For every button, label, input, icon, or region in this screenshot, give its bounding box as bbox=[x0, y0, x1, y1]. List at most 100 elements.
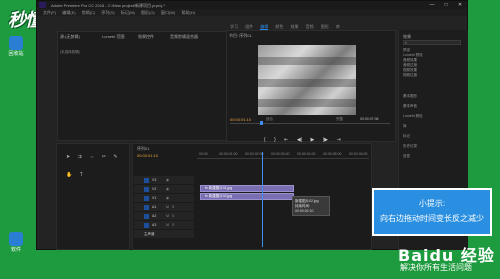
branding-slogan: 解决你所有生活问题 bbox=[400, 263, 472, 272]
track-header-v1[interactable]: V1 ◉ bbox=[134, 194, 194, 203]
ruler-tick: 00:00:02:00 bbox=[245, 152, 264, 156]
track-label: 主声道 bbox=[144, 232, 155, 236]
timeline-ruler[interactable]: 00:00 00:00:01:00 00:00:02:00 00:00:03:0… bbox=[197, 151, 369, 159]
selection-tool-icon[interactable]: ➤ bbox=[66, 154, 70, 160]
solo-icon[interactable]: S bbox=[172, 223, 174, 227]
program-timecode[interactable]: 00:00:01:10 bbox=[230, 117, 251, 122]
section-lumetri-color[interactable]: Lumetri 颜色 bbox=[399, 114, 469, 124]
tab-lumetri-scopes[interactable]: Lumetri 范围 bbox=[102, 34, 124, 40]
section-essential-sound[interactable]: 基本声音 bbox=[399, 104, 469, 114]
ruler-tick: 00:00:04:00 bbox=[297, 152, 316, 156]
desktop-icon-app[interactable]: 软件 bbox=[4, 232, 28, 253]
timeline-clip[interactable]: fx 新建图片01.jpg bbox=[200, 185, 294, 192]
timeline-title[interactable]: 序列01 bbox=[137, 146, 149, 152]
track-header-a3[interactable]: A3 M S bbox=[134, 221, 194, 230]
hint-body: 向右边拖动时间变长反之减少 bbox=[380, 214, 484, 223]
workspace-graphics[interactable]: 图形 bbox=[321, 24, 329, 29]
program-quality-select[interactable]: 完整 bbox=[336, 117, 343, 122]
tools-panel: ➤ ⇉ ⇔ ✂ ✎ ✋ T bbox=[66, 145, 126, 178]
effects-list: 预设 Lumetri 预设 音频效果 音频过渡 视频效果 视频过渡 bbox=[399, 48, 469, 78]
razor-tool-icon[interactable]: ✂ bbox=[102, 154, 106, 160]
section-libraries[interactable]: 库 bbox=[399, 124, 469, 134]
ripple-edit-tool-icon[interactable]: ⇔ bbox=[89, 154, 94, 160]
program-title[interactable]: 节目: 序列01 bbox=[229, 33, 252, 39]
track-label: V3 bbox=[152, 178, 157, 182]
track-target-toggle[interactable] bbox=[144, 205, 149, 210]
solo-icon[interactable]: S bbox=[172, 205, 174, 209]
ruler-tick: 00:00 bbox=[199, 152, 208, 156]
source-empty-text: (未选择剪辑) bbox=[60, 50, 80, 54]
program-playhead[interactable] bbox=[260, 121, 263, 125]
menu-marker[interactable]: 标记(M) bbox=[121, 10, 135, 15]
workspace-learn[interactable]: 学习 bbox=[230, 24, 238, 29]
program-fit-select[interactable]: 适合 bbox=[266, 117, 273, 122]
hint-box: 小提示: 向右边拖动时间变长反之减少 bbox=[372, 188, 492, 236]
tab-effect-controls[interactable]: 效果控件 bbox=[138, 34, 154, 40]
track-header-a1[interactable]: A1 M S bbox=[134, 203, 194, 212]
eye-icon[interactable]: ◉ bbox=[166, 196, 169, 200]
menu-edit[interactable]: 编辑(E) bbox=[62, 10, 75, 15]
effect-folder[interactable]: 视频过渡 bbox=[399, 73, 469, 78]
menu-graphics[interactable]: 图形(G) bbox=[141, 10, 155, 15]
track-target-toggle[interactable] bbox=[144, 223, 149, 228]
premiere-app-icon bbox=[39, 2, 46, 8]
track-target-toggle[interactable] bbox=[144, 196, 149, 201]
menu-sequence[interactable]: 序列(S) bbox=[101, 10, 114, 15]
desktop-icon-recycle-bin[interactable]: 回收站 bbox=[4, 36, 28, 57]
workspace-assembly[interactable]: 组件 bbox=[245, 24, 253, 29]
menu-window[interactable]: 窗口(W) bbox=[161, 10, 175, 15]
program-scrub-bar[interactable] bbox=[230, 123, 390, 124]
workspace-libraries[interactable]: 库 bbox=[336, 24, 340, 29]
mute-icon[interactable]: M bbox=[166, 205, 169, 209]
track-header-master[interactable]: 主声道 bbox=[134, 230, 194, 239]
desktop-icon-label: 软件 bbox=[10, 247, 21, 253]
track-target-toggle[interactable] bbox=[144, 178, 149, 183]
timeline-clip[interactable]: fx 新建图片02.jpg bbox=[200, 193, 294, 200]
mute-icon[interactable]: M bbox=[166, 223, 169, 227]
minimize-button[interactable]: — bbox=[425, 2, 439, 8]
track-target-toggle[interactable] bbox=[144, 214, 149, 219]
section-info[interactable]: 信息 bbox=[399, 154, 469, 164]
tab-source[interactable]: 源:(无剪辑) bbox=[60, 34, 80, 40]
tooltip-duration: 持续时间: 00:00:02:10 bbox=[295, 204, 314, 213]
track-select-tool-icon[interactable]: ⇉ bbox=[78, 154, 82, 160]
workspace-color[interactable]: 颜色 bbox=[275, 24, 283, 29]
hand-tool-icon[interactable]: ✋ bbox=[66, 172, 72, 178]
track-header-v3[interactable]: V3 ◉ bbox=[134, 176, 194, 185]
desktop-icon-label: 回收站 bbox=[8, 51, 24, 57]
program-duration: 00:00:07:08 bbox=[360, 117, 379, 121]
menu-help[interactable]: 帮助(H) bbox=[181, 10, 195, 15]
menu-clip[interactable]: 剪辑(C) bbox=[82, 10, 96, 15]
track-label: A3 bbox=[152, 223, 157, 227]
section-markers[interactable]: 标记 bbox=[399, 134, 469, 144]
eye-icon[interactable]: ◉ bbox=[166, 187, 169, 191]
track-label: V2 bbox=[152, 187, 157, 191]
search-icon: ⌕ bbox=[405, 40, 408, 45]
maximize-button[interactable]: □ bbox=[439, 2, 453, 8]
panel-sections: 基本图形 基本声音 Lumetri 颜色 库 标记 历史记录 信息 bbox=[399, 94, 469, 164]
ruler-tick: 00:00:03:00 bbox=[271, 152, 290, 156]
ruler-tick: 00:00:01:00 bbox=[219, 152, 238, 156]
section-essential-graphics[interactable]: 基本图形 bbox=[399, 94, 469, 104]
recycle-bin-icon bbox=[9, 36, 23, 50]
section-history[interactable]: 历史记录 bbox=[399, 144, 469, 154]
pen-tool-icon[interactable]: ✎ bbox=[113, 154, 117, 160]
eye-icon[interactable]: ◉ bbox=[166, 178, 169, 182]
workspace-effects[interactable]: 效果 bbox=[291, 24, 299, 29]
workspace-audio[interactable]: 音频 bbox=[306, 24, 314, 29]
type-tool-icon[interactable]: T bbox=[80, 172, 83, 178]
track-header-a2[interactable]: A2 M S bbox=[134, 212, 194, 221]
menu-file[interactable]: 文件(F) bbox=[43, 10, 56, 15]
close-button[interactable]: ✕ bbox=[453, 2, 467, 8]
timeline-playhead[interactable] bbox=[262, 152, 263, 247]
effects-search-input[interactable]: ⌕ bbox=[403, 40, 461, 45]
timeline-timecode[interactable]: 00:00:01:10 bbox=[137, 153, 158, 158]
track-header-v2[interactable]: V2 ◉ bbox=[134, 185, 194, 194]
tab-audio-mixer[interactable]: 音频剪辑混合器 bbox=[170, 34, 198, 40]
source-panel: 源:(无剪辑) Lumetri 范围 效果控件 音频剪辑混合器 (未选择剪辑) bbox=[57, 31, 237, 141]
solo-icon[interactable]: S bbox=[172, 214, 174, 218]
mute-icon[interactable]: M bbox=[166, 214, 169, 218]
track-target-toggle[interactable] bbox=[144, 187, 149, 192]
track-label: V1 bbox=[152, 196, 157, 200]
clip-duration-tooltip: 新建图片02.jpg 持续时间: 00:00:02:10 bbox=[292, 196, 330, 216]
